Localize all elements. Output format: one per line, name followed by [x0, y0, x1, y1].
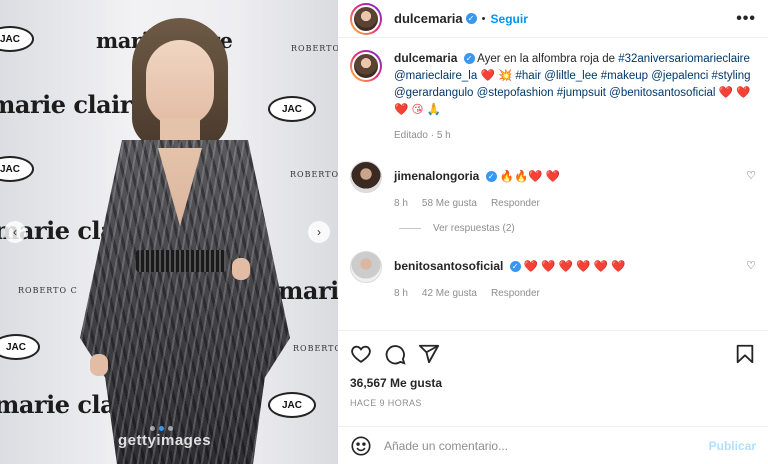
separator-dot: •: [481, 12, 486, 25]
view-replies[interactable]: Ver respuestas (2): [399, 223, 756, 234]
emoji-icon[interactable]: [350, 435, 372, 457]
caption-body: dulcemaria ✓ Ayer en la alfombra roja de…: [394, 50, 756, 144]
like-comment-icon[interactable]: ♡: [746, 169, 756, 182]
chevron-right-icon: ›: [317, 225, 321, 239]
mention-link[interactable]: @liltle_lee: [544, 70, 597, 82]
face: [146, 40, 214, 126]
person-figure: [60, 18, 310, 464]
username-link[interactable]: dulcemaria: [394, 51, 457, 65]
avatar[interactable]: [350, 251, 382, 283]
reply-button[interactable]: Responder: [491, 285, 540, 302]
caption: dulcemaria ✓ Ayer en la alfombra roja de…: [350, 50, 756, 144]
caption-meta: Editado · 5 h: [394, 130, 451, 141]
carousel-dot: [150, 426, 155, 431]
comment-likes[interactable]: 58 Me gusta: [422, 195, 477, 212]
bookmark-icon[interactable]: [734, 343, 756, 365]
post-header: dulcemaria ✓ • Seguir •••: [338, 0, 768, 38]
mention-link[interactable]: @benitosantosoficial: [609, 87, 715, 99]
comment-likes[interactable]: 42 Me gusta: [422, 285, 477, 302]
belt: [136, 250, 226, 272]
username-link[interactable]: benitosantosoficial: [394, 259, 503, 273]
carousel-prev-button[interactable]: ‹: [4, 221, 26, 243]
share-icon[interactable]: [418, 343, 440, 365]
heart-icon[interactable]: [350, 343, 372, 365]
hashtag-link[interactable]: #jumpsuit: [557, 87, 606, 99]
verified-badge-icon: ✓: [485, 171, 497, 183]
hand: [90, 354, 108, 376]
caption-intro: Ayer en la alfombra roja de: [477, 53, 616, 65]
chevron-left-icon: ‹: [13, 225, 17, 239]
view-replies-label[interactable]: Ver respuestas (2): [433, 223, 515, 234]
mention-link[interactable]: @marieclaire_la: [394, 70, 477, 82]
verified-badge-icon: ✓: [465, 13, 477, 24]
comment-meta: 8 h 42 Me gusta Responder: [394, 285, 726, 302]
verified-badge-icon: ✓: [463, 53, 475, 65]
replies-line: [399, 228, 421, 229]
publish-button[interactable]: Publicar: [709, 439, 756, 453]
hand: [232, 258, 250, 280]
username-link[interactable]: dulcemaria: [394, 11, 463, 26]
carousel-dot-active: [159, 426, 164, 431]
reply-button[interactable]: Responder: [491, 195, 540, 212]
add-comment-bar: Publicar: [338, 426, 768, 464]
post-viewer: JAC JAC JAC JAC JAC marie claire marie c…: [0, 0, 768, 464]
carousel-dot: [168, 426, 173, 431]
comment: benitosantosoficial ✓ ❤️ ❤️ ❤️ ❤️ ❤️ ❤️ …: [350, 251, 756, 302]
comment-body: jimenalongoria ✓ 🔥🔥❤️ ❤️ 8 h 58 Me gusta…: [394, 161, 726, 212]
comment-text: 🔥🔥❤️ ❤️: [499, 171, 561, 183]
post-actions: 36,567 Me gusta HACE 9 HORAS: [338, 330, 768, 426]
like-comment-icon[interactable]: ♡: [746, 259, 756, 272]
mention-link[interactable]: @stepofashion: [477, 87, 554, 99]
comment-icon[interactable]: [384, 343, 406, 365]
jac-logo-text: JAC: [0, 163, 20, 175]
post-sidebar: dulcemaria ✓ • Seguir ••• dulcemaria ✓ A…: [338, 0, 768, 464]
caption-emoji: ❤️ 💥: [480, 70, 513, 82]
comments-section: dulcemaria ✓ Ayer en la alfombra roja de…: [338, 38, 768, 330]
jac-logo-text: JAC: [0, 33, 20, 45]
verified-badge-icon: ✓: [509, 261, 521, 273]
post-timestamp: HACE 9 HORAS: [350, 398, 422, 408]
caption-text: dulcemaria ✓ Ayer en la alfombra roja de…: [394, 50, 756, 119]
avatar[interactable]: [350, 50, 382, 82]
comment-text: ❤️ ❤️ ❤️ ❤️ ❤️ ❤️: [523, 261, 626, 273]
comment-time: 8 h: [394, 198, 408, 209]
comment: jimenalongoria ✓ 🔥🔥❤️ ❤️ 8 h 58 Me gusta…: [350, 161, 756, 234]
watermark: gettyimages: [118, 432, 212, 449]
post-photo[interactable]: JAC JAC JAC JAC JAC marie claire marie c…: [0, 0, 338, 464]
follow-button[interactable]: Seguir: [491, 12, 528, 26]
comment-input[interactable]: [384, 438, 697, 453]
more-options-icon[interactable]: •••: [736, 10, 756, 28]
edited-label: Editado: [394, 130, 428, 141]
hashtag-link[interactable]: #styling: [712, 70, 751, 82]
avatar[interactable]: [350, 2, 382, 35]
avatar[interactable]: [350, 161, 382, 193]
mention-link[interactable]: @gerardangulo: [394, 87, 473, 99]
jac-logo-text: JAC: [5, 341, 26, 353]
hashtag-link[interactable]: #32aniversariomarieclaire: [618, 53, 750, 65]
action-bar: [350, 339, 756, 369]
edited-time: 5 h: [436, 130, 451, 141]
comment-body: benitosantosoficial ✓ ❤️ ❤️ ❤️ ❤️ ❤️ ❤️ …: [394, 251, 726, 302]
hashtag-link[interactable]: #makeup: [601, 70, 648, 82]
comment-time: 8 h: [394, 288, 408, 299]
header-user: dulcemaria ✓ • Seguir: [394, 11, 528, 26]
carousel-next-button[interactable]: ›: [308, 221, 330, 243]
likes-count[interactable]: 36,567 Me gusta: [350, 376, 756, 390]
carousel-indicator: [150, 426, 173, 431]
comment-meta: 8 h 58 Me gusta Responder: [394, 195, 726, 212]
mention-link[interactable]: @jepalenci: [651, 70, 708, 82]
hashtag-link[interactable]: #hair: [516, 70, 542, 82]
username-link[interactable]: jimenalongoria: [394, 169, 479, 183]
